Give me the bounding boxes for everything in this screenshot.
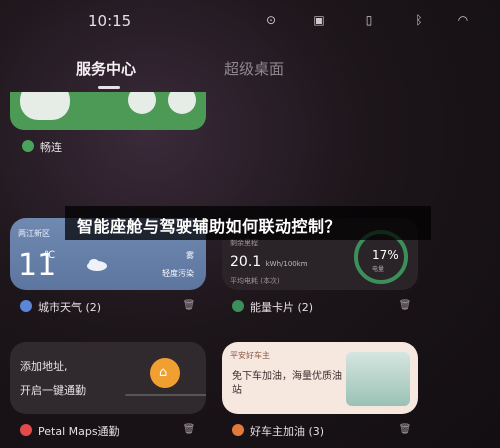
tab-service-center[interactable]: 服务中心 xyxy=(76,58,136,79)
avatar xyxy=(20,92,70,120)
refuel-app-icon xyxy=(232,424,244,436)
road-graphic xyxy=(118,394,206,414)
vibrate-icon: ▯ xyxy=(365,13,373,27)
refuel-card-label: 好车主加油 (3) xyxy=(250,425,325,438)
caption-banner: 智能座舱与驾驶辅助如何联动控制？ xyxy=(65,206,431,240)
video-call-icon[interactable] xyxy=(168,92,196,114)
caption-text: 智能座舱与驾驶辅助如何联动控制？ xyxy=(77,217,342,236)
delete-icon[interactable]: 🗑 xyxy=(182,424,196,436)
home-pin-icon: ⌂ xyxy=(150,358,180,388)
refuel-card[interactable]: 平安好车主 免下车加油，海量优质油站 xyxy=(222,342,418,414)
tab-bar: 服务中心 超级桌面 xyxy=(0,58,500,90)
energy-unit: kWh/100km xyxy=(265,260,308,268)
refuel-body: 免下车加油，海量优质油站 xyxy=(232,371,342,396)
refuel-header: 平安好车主 xyxy=(230,351,270,360)
energy-card-label: 能量卡片 (2) xyxy=(250,301,314,314)
cloud-icon xyxy=(87,259,107,271)
weather-app-icon xyxy=(20,300,32,312)
clock: 10:15 xyxy=(88,12,132,30)
energy-number: 20.1 xyxy=(230,254,262,270)
weather-unit: ℃ xyxy=(44,250,56,261)
energy-subtitle: 平均电耗 (本次) xyxy=(230,277,280,285)
active-tab-indicator xyxy=(98,86,120,89)
cast-icon: ▣ xyxy=(313,13,325,27)
bluetooth-icon: ᛒ xyxy=(415,13,423,27)
petal-maps-icon xyxy=(20,424,32,436)
changlian-label: 畅连 xyxy=(40,141,62,154)
energy-value: 20.1 kWh/100km xyxy=(230,254,308,270)
call-icon[interactable] xyxy=(128,92,156,114)
changlian-card[interactable] xyxy=(10,92,206,130)
weather-condition: 雾 xyxy=(186,251,194,260)
delete-icon[interactable]: 🗑 xyxy=(398,424,412,436)
tab-super-desktop[interactable]: 超级桌面 xyxy=(224,58,284,79)
battery-label: 电量 xyxy=(372,266,385,273)
map-card[interactable]: 添加地址, 开启一键通勤 ⌂ xyxy=(10,342,206,414)
hotspot-icon: ⊙ xyxy=(265,13,277,27)
changlian-icon xyxy=(22,140,34,152)
delete-icon[interactable]: 🗑 xyxy=(398,300,412,312)
delete-icon[interactable]: 🗑 xyxy=(182,300,196,312)
air-quality: 轻度污染 xyxy=(162,269,194,278)
map-line-1: 添加地址, xyxy=(20,360,68,373)
map-card-label: Petal Maps通勤 xyxy=(38,425,120,438)
weather-location: 两江新区 xyxy=(18,229,50,238)
weather-card-label: 城市天气 (2) xyxy=(38,301,102,314)
status-bar: 10:15 ⊙ ▣ ▯ ᛒ ◠ xyxy=(0,0,500,44)
map-line-2: 开启一键通勤 xyxy=(20,384,86,397)
battery-percent: 17% xyxy=(372,248,399,262)
wifi-icon: ◠ xyxy=(457,13,469,27)
gas-station-image xyxy=(346,352,410,406)
energy-app-icon xyxy=(232,300,244,312)
